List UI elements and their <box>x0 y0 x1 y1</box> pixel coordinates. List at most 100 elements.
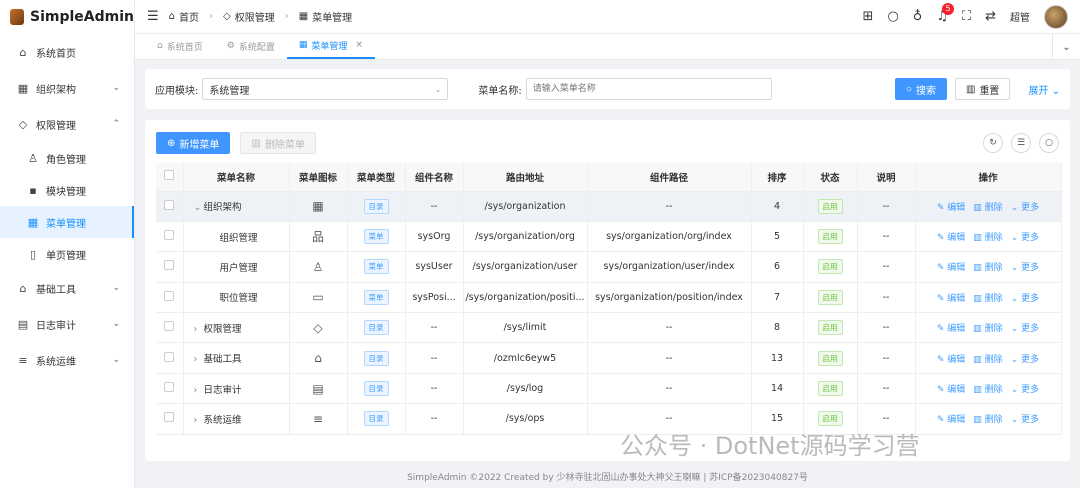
row-checkbox[interactable] <box>156 342 184 374</box>
more-button[interactable]: ⌄ 更多 <box>1011 260 1039 273</box>
row-checkbox[interactable] <box>156 373 184 405</box>
edit-button[interactable]: ✎ 编辑 <box>937 260 965 273</box>
table-row[interactable]: › 基础工具 ⌂ 目录 --/ozmlc6eyw5 -- 13 启用 -- ✎ 编辑 ▥ 删除 ⌄ 更… <box>156 342 1062 374</box>
menu-grid-icon: ▦ <box>27 215 39 229</box>
delete-button[interactable]: ▥ 删除 <box>973 230 1002 243</box>
shield-icon: ◇ <box>18 117 28 131</box>
table-row[interactable]: › 权限管理 ◇ 目录 --/sys/limit -- 8 启用 -- ✎ 编辑 ▥ 删除 ⌄ 更多 <box>156 312 1062 344</box>
table-row[interactable]: 职位管理 ▭ 菜单 sysPosi.../sys/organization/posit… <box>156 282 1062 314</box>
table-row[interactable]: ⌄ 组织架构 ▦ 目录 --/sys/organization -- 4 启用 -- ✎ 编辑 ▥ … <box>156 191 1062 222</box>
edit-button[interactable]: ✎ 编辑 <box>937 382 965 395</box>
menu-icon: ▦ <box>312 199 324 214</box>
edit-button[interactable]: ✎ 编辑 <box>937 200 965 213</box>
row-checkbox[interactable] <box>156 282 184 314</box>
edit-button[interactable]: ✎ 编辑 <box>937 321 965 334</box>
row-checkbox[interactable] <box>156 251 184 283</box>
expand-arrow-icon[interactable]: › <box>194 324 204 335</box>
delete-button[interactable]: ▥ 删除 <box>973 352 1002 365</box>
sidebar-item[interactable]: ⌂ 基础工具 ⌄ <box>0 270 134 306</box>
table-row[interactable]: 组织管理 品 菜单 sysOrg/sys/organization/org sys/or… <box>156 221 1062 253</box>
more-button[interactable]: ⌄ 更多 <box>1011 352 1039 365</box>
close-icon[interactable]: × <box>355 40 363 50</box>
note-cell: -- <box>857 282 916 314</box>
sidebar-item[interactable]: ♙ 角色管理 <box>0 142 134 174</box>
more-button[interactable]: ⌄ 更多 <box>1011 321 1039 334</box>
role-icon: ♙ <box>28 151 38 165</box>
expand-arrow-icon[interactable]: ⌄ <box>194 202 204 213</box>
menu-icon: ≡ <box>312 411 324 426</box>
table-row[interactable]: 用户管理 ♙ 菜单 sysUser/sys/organization/user sys/… <box>156 251 1062 283</box>
sidebar-item[interactable]: ▯ 单页管理 <box>0 238 134 270</box>
search-button[interactable]: ○ 搜索 <box>894 78 947 100</box>
sidebar-item[interactable]: ▤ 日志审计 ⌄ <box>0 306 134 342</box>
column-settings-icon[interactable]: ☰ <box>1011 133 1031 153</box>
row-checkbox[interactable] <box>156 191 184 222</box>
select-all-checkbox[interactable] <box>156 163 184 192</box>
actions-cell: ✎ 编辑 ▥ 删除 ⌄ 更多 <box>915 221 1062 253</box>
edit-button[interactable]: ✎ 编辑 <box>937 412 965 425</box>
table-header: 菜单名称 菜单图标 菜单类型 组件名称 路由地址 组件路径 排序 状态 说明 操… <box>156 163 1062 192</box>
delete-button[interactable]: ▥ 删除 <box>973 321 1002 334</box>
refresh-icon[interactable]: ↻ <box>983 133 1003 153</box>
type-cell: 目录 <box>347 312 406 344</box>
row-checkbox[interactable] <box>156 312 184 344</box>
more-button[interactable]: ⌄ 更多 <box>1011 291 1039 304</box>
menu-table: 菜单名称 菜单图标 菜单类型 组件名称 路由地址 组件路径 排序 状态 说明 操… <box>156 163 1062 435</box>
menu-toggle-icon[interactable]: ☰ <box>147 9 159 24</box>
edit-button[interactable]: ✎ 编辑 <box>937 230 965 243</box>
expand-arrow-icon[interactable]: › <box>194 385 204 396</box>
tab-menu-manage[interactable]: ▦ 菜单管理 × <box>286 33 375 59</box>
app-logo[interactable]: SimpleAdmin <box>0 0 134 34</box>
delete-button[interactable]: ▥ 删除 <box>973 260 1002 273</box>
username[interactable]: 超管 <box>1010 9 1030 24</box>
table-row[interactable]: › 日志审计 ▤ 目录 --/sys/log -- 14 启用 -- ✎ 编辑 ▥ 删除 ⌄ 更多 <box>156 373 1062 405</box>
bell-icon[interactable]: ♫ 5 <box>936 3 954 24</box>
sidebar-item[interactable]: ◇ 权限管理 ⌃ <box>0 106 134 142</box>
expand-arrow-icon[interactable]: › <box>194 354 204 365</box>
breadcrumb-permission[interactable]: 权限管理 <box>235 9 275 24</box>
delete-button[interactable]: ▥ 删除 <box>973 291 1002 304</box>
table-row[interactable]: › 系统运维 ≡ 目录 --/sys/ops -- 15 启用 -- ✎ 编辑 ▥ 删除 ⌄ 更多 <box>156 403 1062 435</box>
search-icon[interactable]: ○ <box>887 9 898 24</box>
more-button[interactable]: ⌄ 更多 <box>1011 382 1039 395</box>
reset-button[interactable]: ▥ 重置 <box>954 78 1011 100</box>
sidebar-item[interactable]: ▦ 菜单管理 <box>0 206 134 238</box>
theme-shirt-icon[interactable]: ♁ <box>913 9 923 24</box>
menu-name-input[interactable] <box>525 78 772 100</box>
tab-config[interactable]: ⚙ 系统配置 <box>215 33 287 59</box>
sidebar-item[interactable]: ▦ 组织架构 ⌄ <box>0 70 134 106</box>
avatar[interactable] <box>1044 4 1068 29</box>
chevron-down-icon[interactable]: ⌄ <box>1052 34 1080 60</box>
row-checkbox[interactable] <box>156 221 184 253</box>
more-button[interactable]: ⌄ 更多 <box>1011 412 1039 425</box>
more-button[interactable]: ⌄ 更多 <box>1011 200 1039 213</box>
component-path-cell: -- <box>587 191 752 222</box>
delete-button[interactable]: ▥ 删除 <box>973 412 1002 425</box>
sidebar-item[interactable]: ▪ 模块管理 <box>0 174 134 206</box>
fullscreen-icon[interactable]: ⛶ <box>962 9 971 24</box>
module-label: 应用模块: <box>155 85 199 97</box>
breadcrumb-home[interactable]: 首页 <box>179 9 199 24</box>
search-icon[interactable]: ○ <box>1039 133 1059 153</box>
menu-name-cell: ⌄ 组织架构 <box>183 191 290 222</box>
menu-icon: ♙ <box>312 259 324 274</box>
delete-button[interactable]: ▥ 删除 <box>973 200 1002 213</box>
tab-home[interactable]: ⌂ 系统首页 <box>145 33 215 59</box>
expand-arrow-icon[interactable]: › <box>194 415 204 426</box>
expand-link[interactable]: 展开 ⌄ <box>1028 82 1060 97</box>
delete-menu-button[interactable]: ▥ 删除菜单 <box>240 132 316 154</box>
more-button[interactable]: ⌄ 更多 <box>1011 230 1039 243</box>
sidebar-item-label: 系统运维 <box>36 356 76 368</box>
add-menu-button[interactable]: ⊕ 新增菜单 <box>156 132 231 154</box>
layout-icon[interactable]: ⊞ <box>863 9 874 24</box>
delete-button[interactable]: ▥ 删除 <box>973 382 1002 395</box>
switch-icon[interactable]: ⇄ <box>985 9 996 24</box>
sort-cell: 8 <box>751 312 804 344</box>
row-checkbox[interactable] <box>156 403 184 435</box>
note-cell: -- <box>857 191 916 222</box>
module-select[interactable]: 系统管理 ⌄ <box>202 78 449 100</box>
sidebar-item[interactable]: ⌂ 系统首页 <box>0 34 134 70</box>
edit-button[interactable]: ✎ 编辑 <box>937 291 965 304</box>
sidebar-item[interactable]: ≡ 系统运维 ⌄ <box>0 342 134 378</box>
edit-button[interactable]: ✎ 编辑 <box>937 352 965 365</box>
